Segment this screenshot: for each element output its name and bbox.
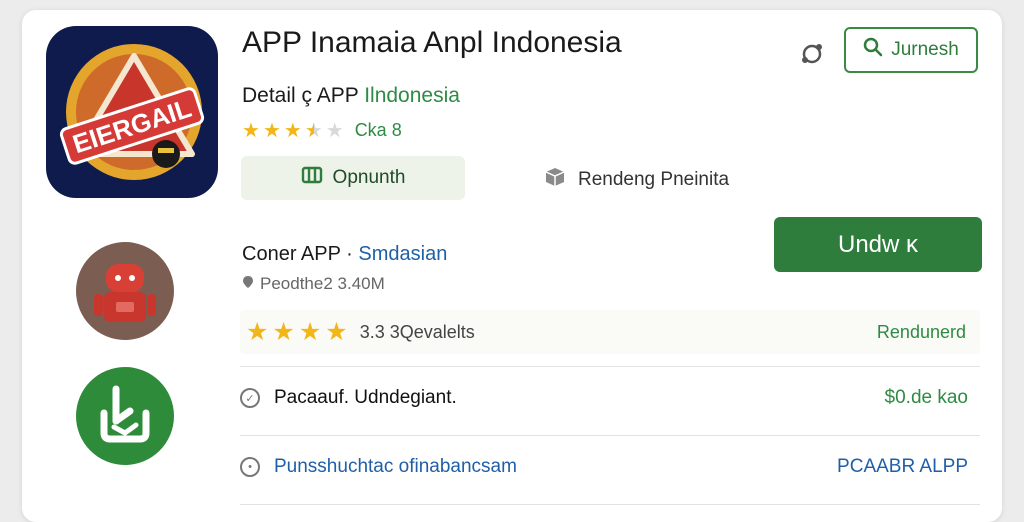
search-button-label: Jurnesh xyxy=(891,39,959,60)
star-icon: ★ xyxy=(283,119,302,142)
pending-status[interactable]: Rendeng Pneinita xyxy=(544,166,729,194)
box-icon xyxy=(544,166,566,194)
subtitle-highlight[interactable]: Ilndonesia xyxy=(364,84,460,107)
star-half-icon: ★ xyxy=(304,119,323,142)
search-icon xyxy=(863,37,883,63)
rating-row: ★ ★ ★ ★ 3.3 3Qevalelts Rendunerd xyxy=(240,310,980,354)
subtitle-prefix: Detail ç APP xyxy=(242,84,359,107)
share-icon[interactable] xyxy=(798,40,826,68)
info-row-price[interactable]: ✓ Pacaauf. Udndegiant. $0.de kao xyxy=(240,378,980,418)
star-icon: ★ xyxy=(298,317,322,346)
size-line: Peodthe2 3.40M xyxy=(242,274,385,294)
divider xyxy=(240,435,980,436)
star-icon: ★ xyxy=(262,119,281,142)
reviews-text: 3.3 3Qevalelts xyxy=(359,321,475,342)
info-row-label: Punsshuchtac ofinabancsam xyxy=(274,456,517,477)
size-text: Peodthe2 3.40M xyxy=(260,274,385,293)
divider xyxy=(240,504,980,505)
info-row-value: PCAABR ALPP xyxy=(837,456,968,477)
info-row-value: $0.de kao xyxy=(884,387,968,408)
info-row-permissions[interactable]: • Punsshuchtac ofinabancsam PCAABR ALPP xyxy=(240,447,980,487)
developer-name[interactable]: Smdasian xyxy=(358,243,447,265)
divider xyxy=(240,366,980,367)
rating-text: Cka 8 xyxy=(354,120,402,140)
star-icon: ★ xyxy=(272,317,295,346)
download-icon xyxy=(76,367,174,465)
recommended-link[interactable]: Rendunerd xyxy=(877,322,966,343)
app-logo-icon: EIERGAIL xyxy=(46,26,218,198)
pending-label: Rendeng Pneinita xyxy=(578,169,730,190)
developer-prefix: Coner APP · xyxy=(242,243,353,265)
robot-icon xyxy=(76,242,174,340)
book-icon xyxy=(301,165,323,191)
star-icon: ★ xyxy=(325,317,348,346)
star-empty-icon: ★ xyxy=(325,119,344,142)
open-button-label: Opnunth xyxy=(332,167,406,188)
app-title: APP Inamaia Anpl Indonesia xyxy=(242,26,622,59)
search-button[interactable]: Jurnesh xyxy=(844,27,978,73)
check-circle-icon: ✓ xyxy=(240,388,260,408)
app-detail-card: EIERGAIL APP Inamaia Anpl Indonesia Jurn… xyxy=(22,10,1002,522)
developer-line: Coner APP · Smdasian xyxy=(242,243,447,266)
install-button[interactable]: Undw ĸ xyxy=(774,217,982,272)
info-row-label: Pacaauf. Udndegiant. xyxy=(274,387,457,408)
star-icon: ★ xyxy=(246,317,269,346)
rating-stars: ★ ★ ★ ★ xyxy=(246,317,348,346)
info-circle-icon: • xyxy=(240,457,260,477)
app-subtitle: Detail ç APP Ilndonesia xyxy=(242,84,460,108)
rating-summary: ★ ★ ★ ★ ★ Cka 8 xyxy=(242,120,402,141)
star-icon: ★ xyxy=(242,119,260,142)
location-pin-icon xyxy=(242,274,254,294)
open-button[interactable]: Opnunth xyxy=(241,156,465,200)
